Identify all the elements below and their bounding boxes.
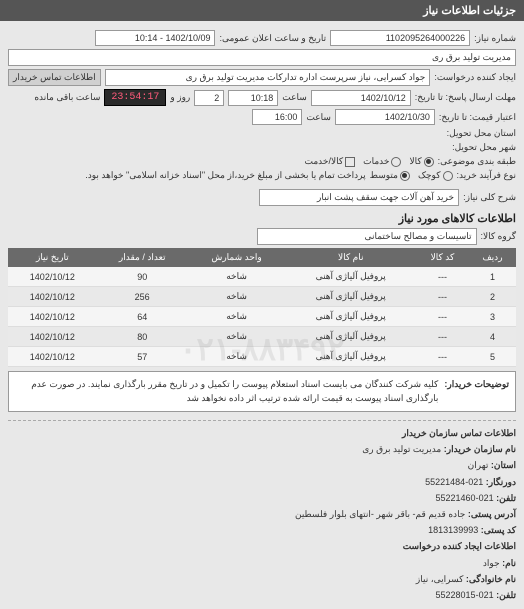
note-text: کلیه شرکت کنندگان می بایست اسناد استعلام…	[15, 378, 438, 405]
timer-label: ساعت باقی مانده	[34, 92, 100, 103]
desc-label: شرح کلی نیاز:	[463, 192, 516, 203]
table-header: نام کالا	[285, 248, 416, 267]
desc: خرید آهن آلات جهت سقف پشت انبار	[259, 189, 459, 206]
goods-radio[interactable]: کالا	[409, 156, 433, 167]
table-row: 3---پروفیل آلیاژی آهنیشاخه641402/10/12	[8, 307, 516, 327]
process-radio-group: کوچک متوسط	[370, 170, 453, 181]
category-label: طبقه بندی موضوعی:	[438, 156, 516, 167]
validity-date: 1402/10/30	[335, 109, 435, 125]
buyer-unit: مدیریت تولید برق ری	[8, 49, 516, 66]
table-header: ردیف	[469, 248, 516, 267]
days-remaining: 2	[194, 90, 224, 106]
items-table: ردیفکد کالانام کالاواحد شمارشتعداد / مقد…	[8, 248, 516, 367]
city-label: شهر محل تحویل:	[452, 142, 516, 153]
footer-title: اطلاعات تماس سازمان خریدار	[402, 428, 516, 438]
buyer-contact-button[interactable]: اطلاعات تماس خریدار	[8, 69, 101, 86]
public-date: 1402/10/09 - 10:14	[95, 30, 215, 46]
both-radio[interactable]: کالا/خدمت	[305, 156, 356, 167]
province-label: استان محل تحویل:	[447, 128, 516, 139]
validity-time: 16:00	[252, 109, 302, 125]
items-section-title: اطلاعات کالاهای مورد نیاز	[8, 212, 516, 225]
note-label: توضیحات خریدار:	[444, 378, 509, 405]
table-row: 1---پروفیل آلیاژی آهنیشاخه901402/10/12	[8, 267, 516, 287]
group-label: گروه کالا:	[481, 231, 516, 242]
table-header: کد کالا	[416, 248, 469, 267]
creator-title: اطلاعات ایجاد کننده درخواست	[403, 541, 516, 551]
category-radio-group: کالا خدمات کالا/خدمت	[305, 156, 434, 167]
days-label: روز و	[170, 92, 190, 103]
countdown-timer: 23:54:17	[104, 89, 166, 106]
buyer-note-box: توضیحات خریدار: کلیه شرکت کنندگان می بای…	[8, 371, 516, 412]
time-label-1: ساعت	[282, 92, 307, 103]
footer-section: اطلاعات تماس سازمان خریدار نام سازمان خر…	[8, 425, 516, 603]
requester-label: ایجاد کننده درخواست:	[434, 72, 516, 83]
request-no-label: شماره نیاز:	[474, 33, 516, 44]
process-note: پرداخت تمام یا بخشی از مبلغ خرید،از محل …	[8, 170, 366, 181]
time-label-2: ساعت	[306, 112, 331, 123]
deadline-time: 10:18	[228, 90, 278, 106]
deadline-label: مهلت ارسال پاسخ: تا تاریخ:	[415, 92, 516, 103]
table-row: 4---پروفیل آلیاژی آهنیشاخه801402/10/12	[8, 327, 516, 347]
table-header: واحد شمارش	[188, 248, 286, 267]
table-header: تاریخ نیاز	[8, 248, 97, 267]
table-header: تعداد / مقدار	[97, 248, 188, 267]
requester: جواد کسرایی، نیاز سرپرست اداره تدارکات م…	[105, 69, 431, 86]
small-radio[interactable]: کوچک	[418, 170, 453, 181]
process-label: نوع فرآیند خرید:	[457, 170, 517, 181]
table-row: 5---پروفیل آلیاژی آهنیشاخه571402/10/12	[8, 347, 516, 367]
table-row: 2---پروفیل آلیاژی آهنیشاخه2561402/10/12	[8, 287, 516, 307]
public-date-label: تاریخ و ساعت اعلان عمومی:	[219, 33, 326, 44]
group-value: تاسیسات و مصالح ساختمانی	[257, 228, 477, 245]
page-header: جزئیات اطلاعات نیاز	[0, 0, 524, 21]
validity-label: اعتبار قیمت: تا تاریخ:	[439, 112, 516, 123]
medium-radio[interactable]: متوسط	[370, 170, 410, 181]
services-radio[interactable]: خدمات	[363, 156, 401, 167]
request-no: 1102095264000226	[330, 30, 470, 46]
deadline-date: 1402/10/12	[311, 90, 411, 106]
